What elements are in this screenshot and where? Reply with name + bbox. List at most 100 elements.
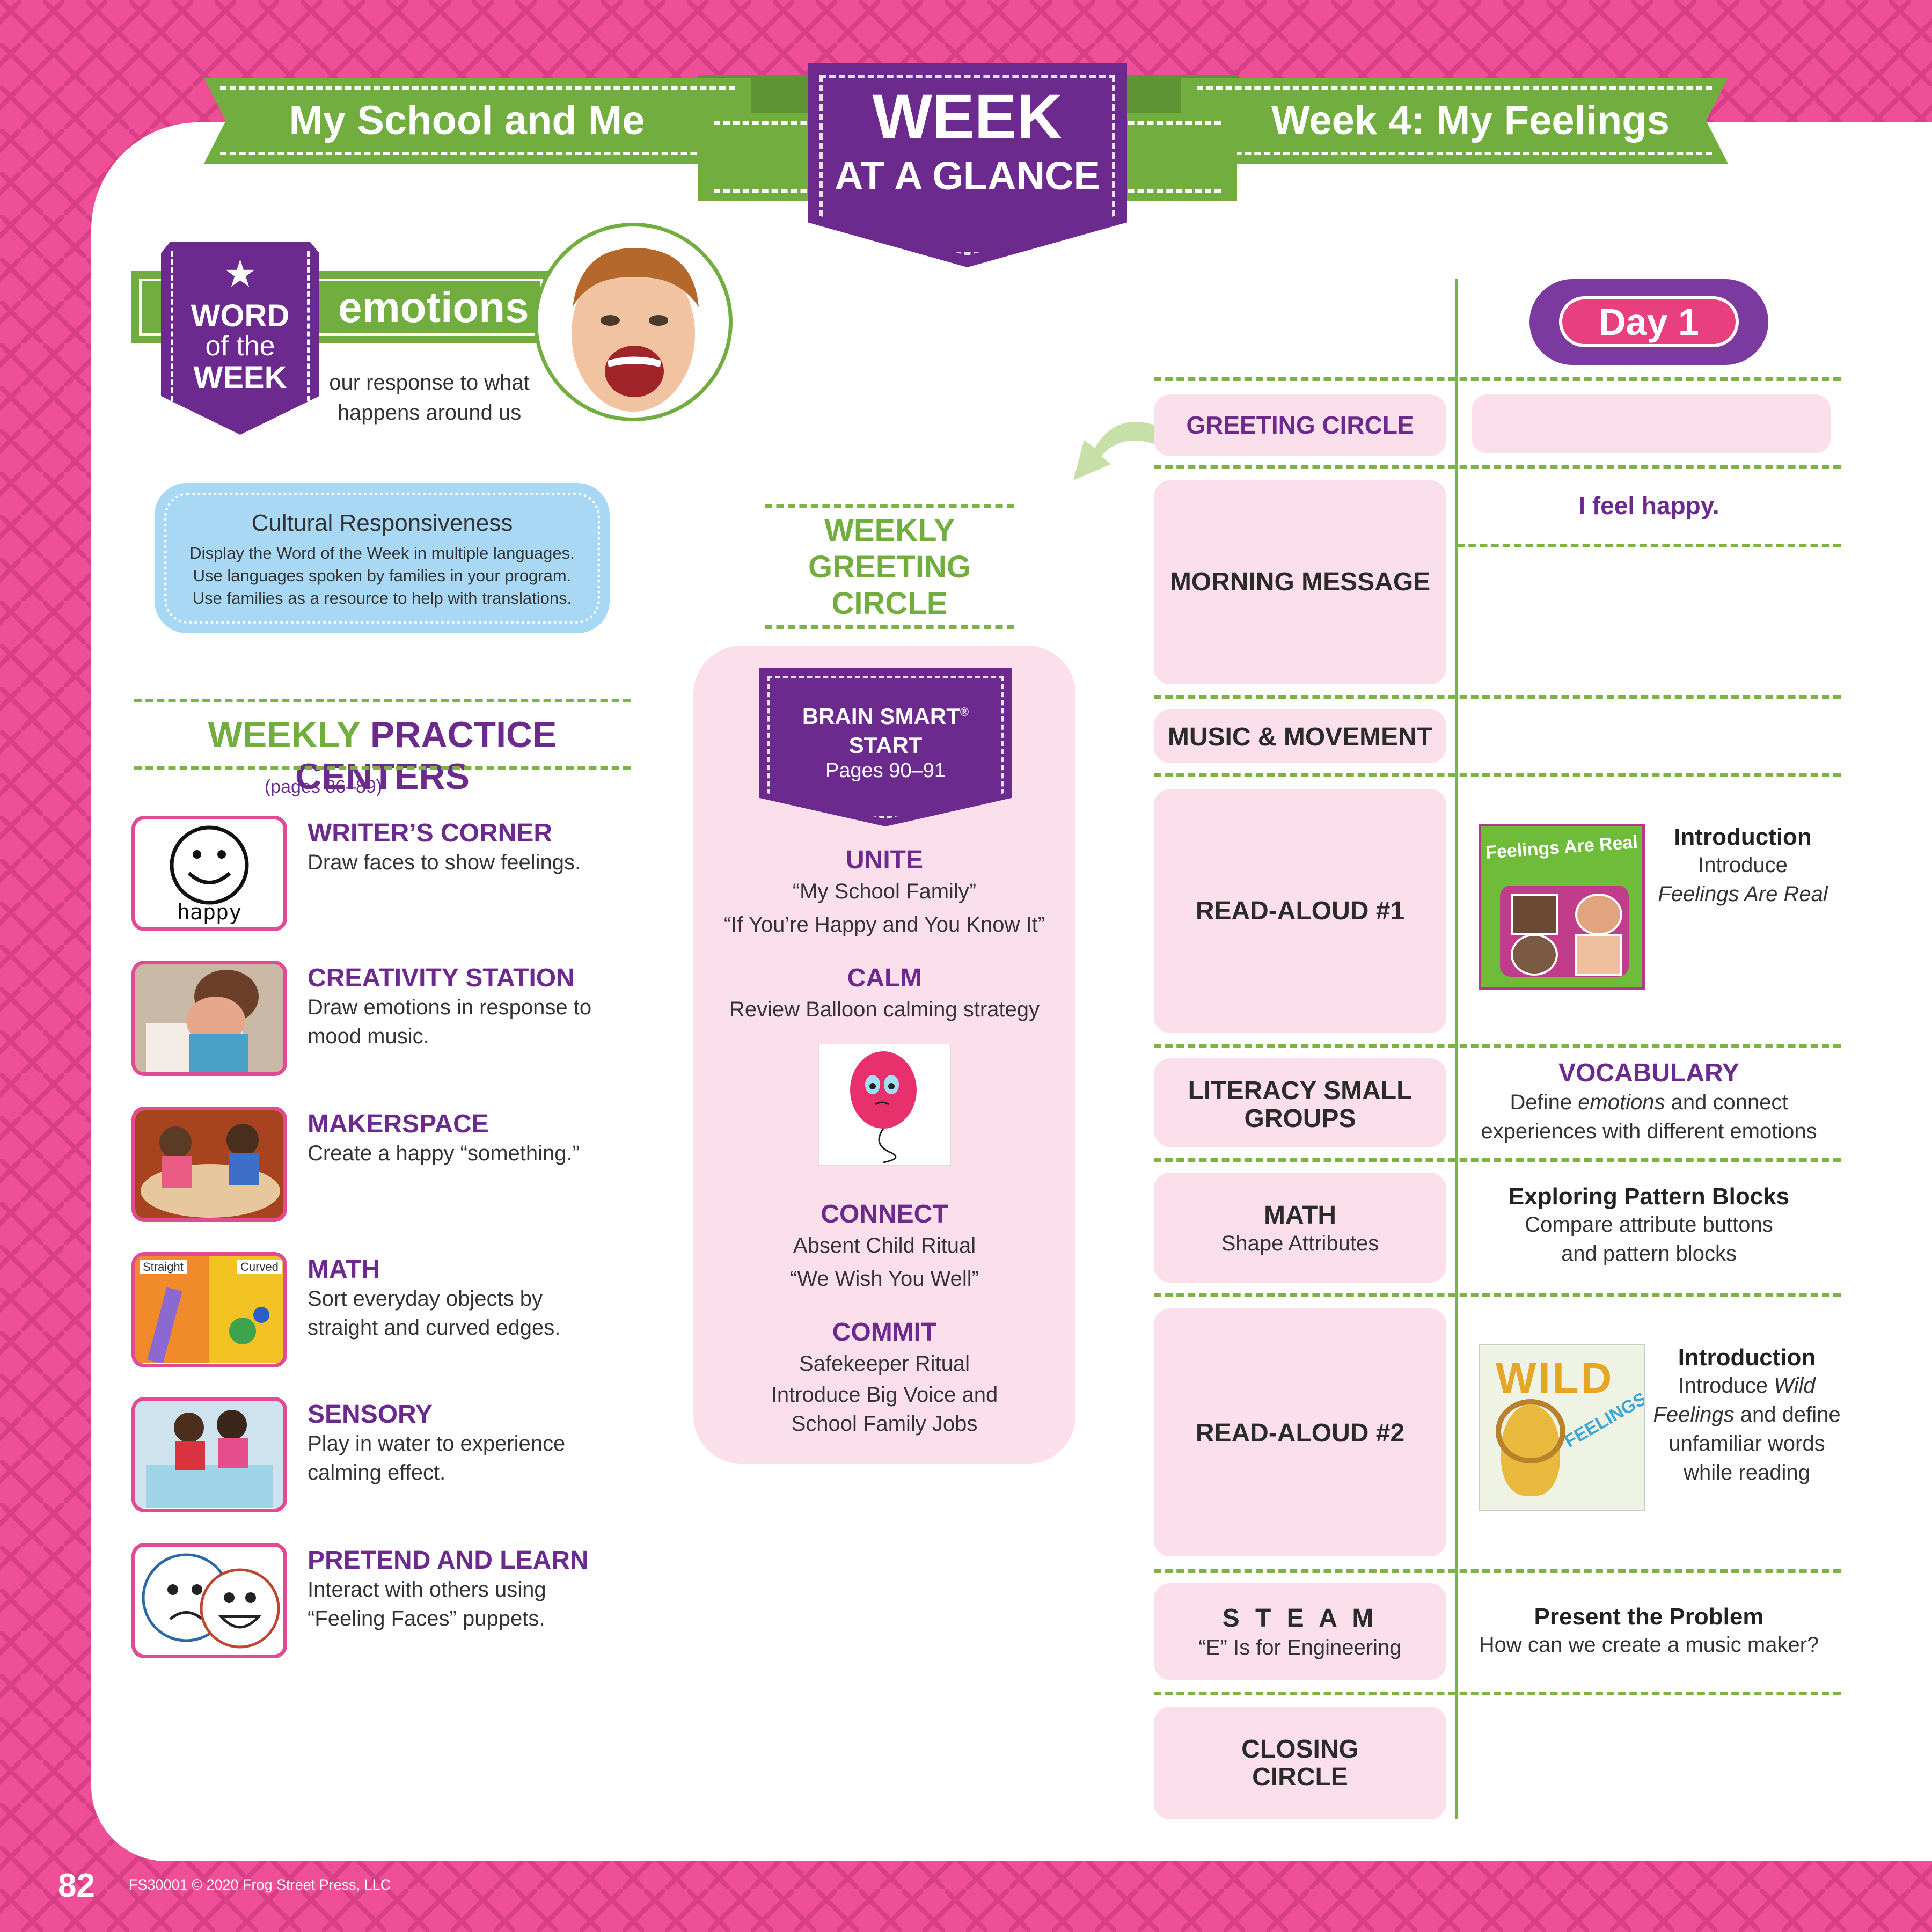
row-music-movement-label: MUSIC & MOVEMENT [1167, 723, 1433, 751]
row-literacy-small-groups: LITERACY SMALL GROUPS [1154, 1058, 1446, 1147]
brain-smart-pages: Pages 90–91 [825, 759, 946, 782]
centers-pages: (pages 86–89) [264, 777, 383, 797]
vocab-line-1b: and connect [1665, 1091, 1788, 1114]
copyright: FS30001 © 2020 Frog Street Press, LLC [129, 1877, 391, 1893]
row-separator [1154, 1293, 1841, 1297]
row-morning-message: MORNING MESSAGE [1154, 480, 1446, 684]
row-morning-message-label: MORNING MESSAGE [1169, 568, 1431, 596]
calm-line-1: Review Balloon calming strategy [729, 998, 1040, 1021]
banner-right: Week 4: My Feelings [1181, 78, 1728, 164]
straight-label: Straight [140, 1260, 187, 1274]
math-line-1: Compare attribute buttons [1525, 1213, 1773, 1236]
word-definition: our response to what happens around us [322, 368, 537, 428]
definition-line-2: happens around us [337, 401, 522, 425]
registered-mark: ® [960, 705, 969, 719]
badge-week-label: WEEK [193, 360, 287, 395]
day1-math: Exploring Pattern Blocks Compare attribu… [1457, 1183, 1841, 1268]
greeting-heading-1: WEEKLY [824, 513, 955, 548]
brain-smart-start: START [848, 733, 923, 758]
unite-line-1: “My School Family” [792, 880, 977, 903]
row-closing-label-1: CLOSING [1241, 1735, 1359, 1763]
row-separator [1154, 1692, 1841, 1695]
week-title: Week 4: My Feelings [1271, 98, 1670, 143]
cultural-line-2: Use languages spoken by families in your… [193, 566, 572, 585]
center-math: MATH Sort everyday objects by straight a… [308, 1255, 630, 1342]
row-read-aloud-1-label: READ-ALOUD #1 [1195, 897, 1405, 925]
center-line-1: Draw emotions in response to [308, 996, 592, 1019]
page-number: 82 [58, 1867, 95, 1904]
center-creativity-station: CREATIVITY STATION Draw emotions in resp… [308, 963, 630, 1051]
center-title: MAKERSPACE [308, 1110, 489, 1138]
badge-week: WEEK [872, 82, 1063, 152]
definition-line-1: our response to what [329, 371, 530, 394]
unite-line-2: “If You’re Happy and You Know It” [723, 913, 1045, 936]
centers-rule-bottom [134, 766, 631, 770]
word-of-week: emotions [338, 283, 529, 331]
connect-line-1: Absent Child Ritual [793, 1234, 976, 1257]
row-read-aloud-2: READ-ALOUD #2 [1154, 1308, 1446, 1556]
row-steam: S T E A M “E” Is for Engineering [1154, 1583, 1446, 1680]
math-title: Exploring Pattern Blocks [1508, 1183, 1790, 1210]
creativity-station-photo [131, 961, 287, 1076]
ra2-line-3: unfamiliar words [1668, 1432, 1825, 1455]
badge-word-label: WORD [191, 298, 290, 333]
center-line-2: “Feeling Faces” puppets. [308, 1607, 545, 1630]
center-makerspace: MAKERSPACE Create a happy “something.” [308, 1109, 630, 1168]
vocab-line-1-em: emotions [1578, 1091, 1665, 1114]
day1-steam: Present the Problem How can we create a … [1457, 1604, 1841, 1659]
balloon-image [818, 1044, 951, 1166]
center-title: MATH [308, 1255, 380, 1284]
calm-title: CALM [847, 964, 922, 992]
happy-label: happy [177, 900, 242, 925]
row-steam-label: S T E A M [1222, 1604, 1378, 1633]
row-separator [1154, 773, 1841, 777]
greeting-heading-3: CIRCLE [831, 586, 948, 621]
row-music-movement: MUSIC & MOVEMENT [1154, 709, 1446, 763]
commit-line-3: School Family Jobs [791, 1412, 978, 1436]
ra2-line-4: while reading [1684, 1461, 1810, 1484]
center-writers-corner: WRITER’S CORNER Draw faces to show feeli… [308, 818, 630, 877]
day1-morning-message: I feel happy. [1578, 492, 1719, 519]
greeting-rule-bottom [765, 625, 1014, 629]
ra2-line-2b: and define [1734, 1403, 1841, 1426]
row-literacy-label-2: GROUPS [1244, 1104, 1356, 1133]
day1-read-aloud-2: Introduction Introduce Wild Feelings and… [1653, 1344, 1841, 1487]
commit-title: COMMIT [832, 1318, 937, 1346]
centers-heading-weekly: WEEKLY [208, 714, 360, 755]
cultural-line-3: Use families as a resource to help with … [192, 589, 572, 608]
row-separator [1154, 1044, 1841, 1048]
book-2-title-1: WILD [1496, 1354, 1614, 1402]
row-separator [1154, 377, 1841, 381]
center-line-1: Play in water to experience [308, 1432, 566, 1455]
book-wild-feelings: WILD FEELINGS [1479, 1344, 1645, 1511]
center-line-1: Interact with others using [308, 1578, 546, 1601]
row-separator [1154, 465, 1841, 469]
row-literacy-label-1: LITERACY SMALL [1188, 1077, 1413, 1105]
row-read-aloud-2-label: READ-ALOUD #2 [1195, 1419, 1405, 1447]
unite-title: UNITE [846, 846, 923, 874]
center-line-2: calming effect. [308, 1461, 446, 1484]
day1-vocabulary: VOCABULARY Define emotions and connect e… [1457, 1058, 1841, 1146]
cultural-title: Cultural Responsiveness [251, 510, 513, 536]
ra2-title: Introduction [1678, 1344, 1816, 1371]
badge-of-the-label: of the [205, 331, 275, 362]
steam-line: How can we create a music maker? [1479, 1633, 1819, 1657]
greeting-rule-top [765, 504, 1014, 508]
curved-arrow-icon [1052, 405, 1159, 486]
center-line-1: Draw faces to show feelings. [308, 851, 581, 874]
math-sort-photo: Straight Curved [131, 1252, 287, 1367]
brain-smart-title: BRAIN SMART [802, 704, 960, 729]
row-math-sub: Shape Attributes [1221, 1232, 1379, 1255]
ra2-line-1a: Introduce [1678, 1374, 1774, 1397]
word-badge: ★ WORD of the WEEK [161, 241, 319, 435]
row-greeting-circle: GREETING CIRCLE [1154, 394, 1446, 456]
ra2-line-1-em: Wild [1774, 1374, 1816, 1397]
day-1-label: Day 1 [1599, 301, 1699, 343]
commit-line-2: Introduce Big Voice and [771, 1383, 998, 1407]
cultural-responsiveness-box: Cultural Responsiveness Display the Word… [155, 483, 610, 633]
greeting-calm: CALM Review Balloon calming strategy [693, 963, 1075, 1026]
row-separator [1457, 544, 1841, 547]
commit-line-1: Safekeeper Ritual [799, 1352, 970, 1375]
day1-greeting-cell [1472, 394, 1831, 453]
vocab-line-1a: Define [1510, 1091, 1578, 1114]
